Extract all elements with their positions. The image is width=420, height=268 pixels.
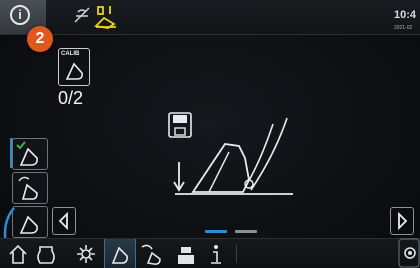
machine-display: i 10:4 2021-02 2 CALIB 0/2	[0, 0, 420, 268]
cog-flower-icon	[77, 245, 95, 263]
bucket-active-icon	[16, 141, 38, 166]
notification-badge[interactable]: 2	[27, 26, 53, 52]
nav-info[interactable]	[202, 239, 230, 268]
bucket-position-diagram	[173, 117, 293, 195]
clock-time: 10:4	[393, 9, 416, 21]
settings-button[interactable]	[398, 238, 420, 268]
nav-pump[interactable]	[32, 239, 60, 268]
tilt-rotator-icon	[141, 244, 161, 265]
machine-status-icons	[74, 6, 116, 29]
calibration-count: 0/2	[58, 88, 84, 108]
gear-icon	[398, 238, 420, 268]
bucket-tilt-button[interactable]	[12, 172, 48, 204]
info-stand-icon	[211, 245, 221, 264]
nav-tilt[interactable]	[136, 239, 164, 268]
bucket-icon	[111, 246, 128, 264]
nav-hydraulics[interactable]	[72, 239, 100, 268]
nav-bucket[interactable]	[104, 239, 136, 268]
weight-icon	[178, 247, 194, 264]
clock: 10:4 2021-02	[394, 10, 416, 34]
page-dot-active	[205, 230, 227, 233]
nav-home[interactable]	[4, 239, 32, 268]
page-dot	[235, 230, 257, 233]
nav-weight[interactable]	[172, 239, 200, 268]
bucket-mode-active-button[interactable]	[12, 138, 48, 170]
bucket-icon	[65, 62, 83, 80]
calibration-button[interactable]: CALIB	[58, 48, 90, 86]
bottom-navigation	[0, 238, 420, 268]
status-bar: i 10:4 2021-02	[0, 0, 420, 35]
bucket-tilt-icon	[18, 176, 38, 200]
home-icon	[9, 244, 27, 264]
info-icon: i	[10, 5, 30, 25]
status-icons	[72, 4, 142, 35]
chevron-right-icon	[398, 211, 408, 231]
pump-icon	[37, 246, 55, 264]
clock-date: 2021-02	[393, 25, 413, 31]
previous-page-button[interactable]	[52, 207, 76, 235]
beacon-off-icon	[74, 7, 90, 23]
nav-separator	[236, 245, 237, 263]
chevron-left-icon	[58, 211, 68, 231]
machine-lift-icon	[94, 6, 116, 29]
next-page-button[interactable]	[390, 207, 414, 235]
